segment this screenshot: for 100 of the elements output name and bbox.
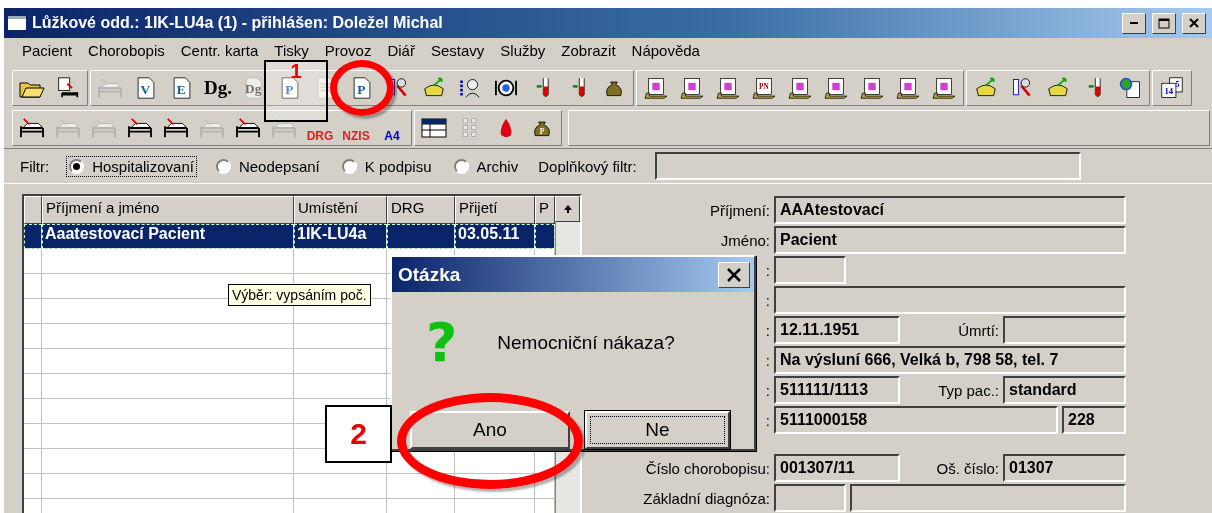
text-field[interactable] xyxy=(850,484,1126,512)
field-label: : xyxy=(765,351,770,369)
folder-document-icon xyxy=(930,77,958,99)
filter-field[interactable] xyxy=(654,152,1081,180)
table-icon xyxy=(421,117,447,139)
toolbar-button[interactable]: Dg. xyxy=(201,77,235,99)
filter-radio[interactable]: Archiv xyxy=(451,156,521,176)
folder-document-icon xyxy=(822,77,850,99)
menu-item[interactable]: Tisky xyxy=(266,42,317,59)
text-field[interactable] xyxy=(774,286,1126,314)
text-field[interactable]: AAAtestovací xyxy=(774,196,1126,224)
menu-item[interactable]: Provoz xyxy=(316,42,380,59)
menu-item[interactable]: Nápověda xyxy=(623,42,708,59)
minimize-icon xyxy=(1130,22,1138,24)
text-field[interactable]: 5111000158 xyxy=(774,406,1058,434)
tooltip: Výběr: vypsáním poč. xyxy=(228,284,371,306)
filter-radio[interactable]: Neodepsaní xyxy=(213,156,322,176)
text-field[interactable]: 01307 xyxy=(1003,454,1126,482)
column-header[interactable]: Přijetí xyxy=(455,196,535,224)
close-icon xyxy=(727,267,741,282)
close-icon xyxy=(1189,18,1199,28)
text-field[interactable] xyxy=(774,256,846,284)
text-field[interactable]: 12.11.1951 xyxy=(774,316,900,344)
filter-radio[interactable]: K podpisu xyxy=(339,156,434,176)
toolbar-button[interactable]: A4 xyxy=(375,111,409,145)
menu-item[interactable]: Zobrazit xyxy=(553,42,624,59)
dialog-message: Nemocniční nákaza? xyxy=(497,331,675,354)
menu-item[interactable]: Služby xyxy=(492,42,554,59)
sort-button[interactable] xyxy=(555,196,580,222)
callout-number: 2 xyxy=(325,405,392,463)
field-label: Typ pac.: xyxy=(938,381,999,399)
field-label: : xyxy=(765,381,770,399)
table-cell xyxy=(24,224,42,249)
column-header[interactable]: Příjmení a jméno xyxy=(42,196,294,224)
close-button[interactable] xyxy=(718,261,750,288)
field-label: Úmrtí: xyxy=(958,321,999,339)
toolbar-button[interactable]: P xyxy=(345,77,379,99)
menu-item[interactable]: Chorobopis xyxy=(80,42,173,59)
menu-item[interactable]: Diář xyxy=(379,42,423,59)
bed-icon xyxy=(197,117,227,139)
field-label: : xyxy=(765,321,770,339)
bed-icon xyxy=(89,117,119,139)
field-label: : xyxy=(765,261,770,279)
field-label: Jméno: xyxy=(720,231,770,249)
text-field[interactable]: 228 xyxy=(1062,406,1126,434)
text-field[interactable]: Pacient xyxy=(774,226,1126,254)
table-cell: 1IK-LU4a xyxy=(294,224,387,249)
bed-icon xyxy=(125,117,155,139)
table-cell: 03.05.11 xyxy=(455,224,535,249)
document-icon: V xyxy=(134,77,158,99)
text-field[interactable]: standard xyxy=(1003,376,1126,404)
folder-document-icon xyxy=(894,77,922,99)
field-label: : xyxy=(765,411,770,429)
column-header[interactable]: DRG xyxy=(387,196,455,224)
field-label: Číslo chorobopisu: xyxy=(645,459,770,477)
column-header[interactable]: Umístění xyxy=(294,196,387,224)
filter-radio[interactable]: Hospitalizovaní xyxy=(67,156,196,176)
document-icon: P xyxy=(350,77,374,99)
maximize-icon xyxy=(1158,17,1170,29)
text-field[interactable] xyxy=(1003,316,1126,344)
filter-label: Filtr: xyxy=(20,157,50,175)
folder-document-icon xyxy=(714,77,742,99)
folder-document-icon xyxy=(678,77,706,99)
document-bed-icon xyxy=(55,77,81,99)
test-tube-icon xyxy=(535,77,549,99)
bed-icon xyxy=(161,117,191,139)
folder-document-icon xyxy=(642,77,670,99)
close-button[interactable] xyxy=(1182,12,1206,34)
text-field[interactable]: 001307/11 xyxy=(774,454,900,482)
menu-item[interactable]: Centr. karta xyxy=(172,42,267,59)
menu-item[interactable]: Sestavy xyxy=(422,42,493,59)
dialog-button[interactable]: Ne xyxy=(585,411,730,449)
maximize-button[interactable] xyxy=(1152,12,1176,34)
dialog-button[interactable]: Ano xyxy=(410,411,570,449)
bed-icon xyxy=(17,117,47,139)
question-icon: ? xyxy=(426,311,458,375)
minimize-button[interactable] xyxy=(1122,12,1146,34)
field-label: Základní diagnóza: xyxy=(643,489,770,507)
document-icon: P xyxy=(278,77,302,99)
text-field[interactable] xyxy=(774,484,846,512)
menu-item[interactable]: Pacient xyxy=(14,42,81,59)
text-field[interactable]: 511111/1113 xyxy=(774,376,900,404)
column-header[interactable]: P xyxy=(535,196,555,224)
field-label: : xyxy=(765,291,770,309)
field-label: Oš. číslo: xyxy=(936,459,999,477)
window-title: Lůžkové odd.: 1IK-LU4a (1) - přihlášen: Doležel Michal xyxy=(32,14,444,32)
test-tube-icon xyxy=(571,77,585,99)
bed-icon xyxy=(53,117,83,139)
bed-icon xyxy=(95,77,125,99)
question-icon xyxy=(493,77,519,99)
test-tube-icon xyxy=(1087,77,1101,99)
field-label: Příjmení: xyxy=(710,201,770,219)
toolbar-button[interactable]: V xyxy=(129,77,163,99)
text-field[interactable]: Na výsluní 666, Velká b, 798 58, tel. 7 xyxy=(774,346,1126,374)
toolbar-button[interactable]: E xyxy=(165,77,199,99)
document-icon: E xyxy=(170,77,194,99)
bed-icon xyxy=(233,117,263,139)
table-cell xyxy=(387,224,455,249)
highlight-ring xyxy=(330,60,394,116)
filter-label: Doplňkový filtr: xyxy=(538,157,637,175)
